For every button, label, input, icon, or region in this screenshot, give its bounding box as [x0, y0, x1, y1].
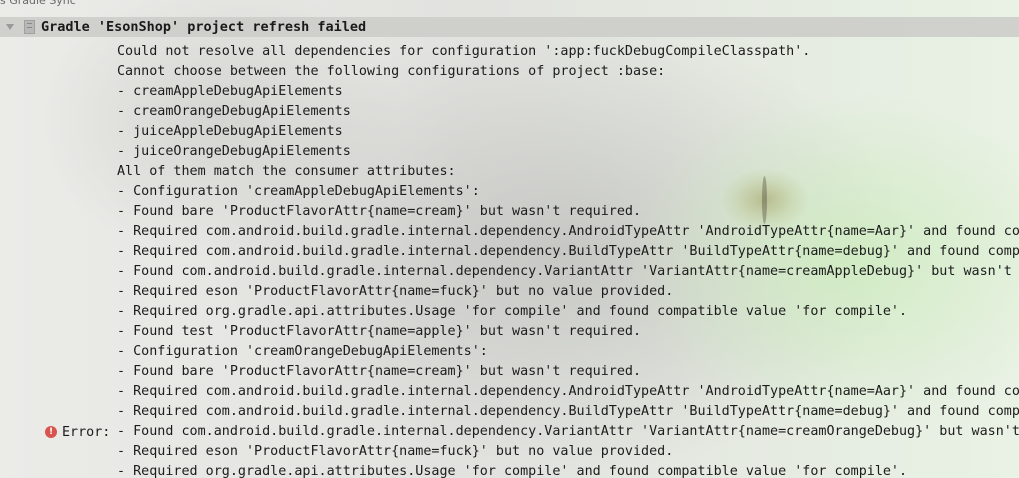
- sync-failed-title: Gradle 'EsonShop' project refresh failed: [41, 19, 367, 35]
- log-line: - Found com.android.build.gradle.interna…: [117, 264, 1019, 279]
- log-line: - Required com.android.build.gradle.inte…: [117, 384, 1019, 399]
- log-line: - Required org.gradle.api.attributes.Usa…: [117, 464, 908, 478]
- log-line: - juiceOrangeDebugApiElements: [117, 144, 351, 159]
- log-line: All of them match the consumer attribute…: [117, 164, 456, 179]
- expand-arrow-icon[interactable]: [2, 17, 18, 37]
- log-line: - Required eson 'ProductFlavorAttr{name=…: [117, 444, 674, 459]
- log-line: - Required eson 'ProductFlavorAttr{name=…: [117, 284, 674, 299]
- log-line: - Found bare 'ProductFlavorAttr{name=cre…: [117, 364, 642, 379]
- log-line: - Required com.android.build.gradle.inte…: [117, 404, 1019, 419]
- error-message-log[interactable]: Could not resolve all dependencies for c…: [117, 42, 1019, 478]
- log-line: - Found bare 'ProductFlavorAttr{name=cre…: [117, 204, 642, 219]
- log-line: - Required org.gradle.api.attributes.Usa…: [117, 304, 908, 319]
- log-line: Could not resolve all dependencies for c…: [117, 44, 811, 59]
- error-marker: ! Error:: [45, 422, 110, 442]
- log-line: - creamOrangeDebugApiElements: [117, 104, 351, 119]
- error-icon: !: [45, 426, 57, 438]
- log-line: Cannot choose between the following conf…: [117, 64, 666, 79]
- sync-failed-node[interactable]: Gradle 'EsonShop' project refresh failed: [0, 17, 1019, 37]
- tool-window-title: s Gradle Sync: [0, 0, 76, 7]
- log-line: - Required com.android.build.gradle.inte…: [117, 244, 1019, 259]
- log-line: - Configuration 'creamAppleDebugApiEleme…: [117, 184, 480, 199]
- log-line: - Found test 'ProductFlavorAttr{name=app…: [117, 324, 642, 339]
- messages-panel: s Gradle Sync Gradle 'EsonShop' project …: [0, 0, 1019, 478]
- log-line: - juiceAppleDebugApiElements: [117, 124, 343, 139]
- log-line: - Required com.android.build.gradle.inte…: [117, 224, 1019, 239]
- log-line: - Configuration 'creamOrangeDebugApiElem…: [117, 344, 488, 359]
- log-line: - creamAppleDebugApiElements: [117, 84, 343, 99]
- log-line: - Found com.android.build.gradle.interna…: [117, 424, 1019, 439]
- gradle-sync-icon: [24, 20, 35, 34]
- error-label: Error:: [62, 424, 111, 440]
